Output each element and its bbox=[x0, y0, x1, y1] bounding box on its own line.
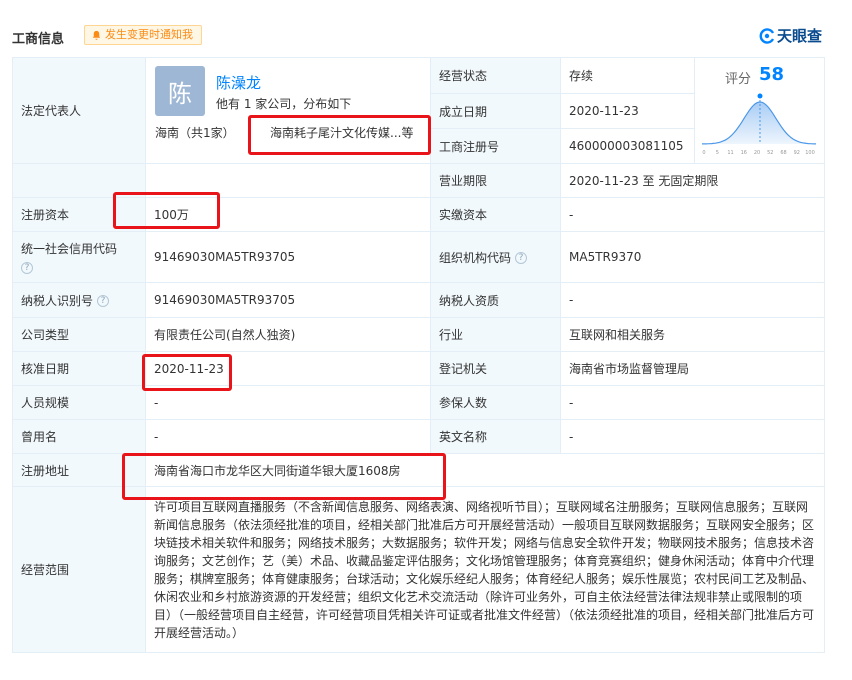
approval-date-value: 2020-11-23 bbox=[145, 351, 431, 386]
english-name-label: 英文名称 bbox=[430, 419, 561, 454]
score-axis-tick: 5 bbox=[716, 150, 719, 156]
english-name-value: - bbox=[560, 419, 825, 454]
avatar[interactable]: 陈 bbox=[155, 66, 205, 116]
score-axis-tick: 52 bbox=[767, 150, 773, 156]
legal-rep-companies-text: 他有 1 家公司，分布如下 bbox=[216, 97, 352, 111]
approval-date-label: 核准日期 bbox=[12, 351, 146, 386]
term-label: 营业期限 bbox=[430, 163, 561, 198]
eye-logo-icon bbox=[759, 27, 775, 44]
help-icon[interactable]: ? bbox=[21, 262, 33, 274]
authority-label: 登记机关 bbox=[430, 351, 561, 386]
address-label: 注册地址 bbox=[12, 453, 146, 487]
help-icon[interactable]: ? bbox=[97, 295, 110, 307]
score-axis-tick: 0 bbox=[702, 150, 705, 156]
term-value: 2020-11-23 至 无固定期限 bbox=[560, 163, 825, 198]
former-name-value: - bbox=[145, 419, 431, 454]
staff-size-label: 人员规模 bbox=[12, 385, 146, 420]
brand-logo[interactable]: 天眼查 bbox=[759, 25, 822, 46]
help-icon[interactable]: ? bbox=[515, 252, 528, 264]
legal-rep-cell: 陈 陈澡龙 他有 1 家公司，分布如下 海南（共1家） 海南耗子尾汁文化传媒..… bbox=[145, 57, 431, 164]
authority-value: 海南省市场监督管理局 bbox=[560, 351, 825, 386]
notify-on-change-button[interactable]: 发生变更时通知我 bbox=[84, 25, 202, 45]
status-value: 存续 bbox=[560, 57, 695, 94]
taxid-label: 纳税人识别号 bbox=[21, 293, 94, 308]
business-scope-value: 许可项目互联网直播服务（不含新闻信息服务、网络表演、网络视听节目）；互联网域名注… bbox=[145, 486, 825, 653]
status-label: 经营状态 bbox=[430, 57, 561, 94]
taxid-label-cell: 纳税人识别号? bbox=[12, 282, 146, 318]
bell-icon bbox=[92, 30, 101, 40]
business-info-table: 法定代表人 陈 陈澡龙 他有 1 家公司，分布如下 海南（共1家） 海南耗子尾汁… bbox=[12, 57, 825, 653]
empty-value-cell bbox=[145, 163, 431, 198]
org-code-label: 组织机构代码 bbox=[439, 250, 512, 265]
company-type-value: 有限责任公司(自然人独资) bbox=[145, 317, 431, 352]
score-value: 58 bbox=[759, 64, 785, 85]
paidin-value: - bbox=[560, 197, 825, 232]
founded-label: 成立日期 bbox=[430, 93, 561, 129]
insured-count-value: - bbox=[560, 385, 825, 420]
former-name-label: 曾用名 bbox=[12, 419, 146, 454]
credit-code-label: 统一社会信用代码 bbox=[21, 241, 118, 256]
org-code-value: MA5TR9370 bbox=[560, 231, 825, 283]
founded-value: 2020-11-23 bbox=[560, 93, 695, 129]
capital-label: 注册资本 bbox=[12, 197, 146, 232]
credit-code-label-cell: 统一社会信用代码 ? bbox=[12, 231, 146, 283]
score-axis-tick: 16 bbox=[741, 150, 747, 156]
notify-label: 发生变更时通知我 bbox=[105, 28, 193, 41]
legal-rep-company-link[interactable]: 海南耗子尾汁文化传媒...等 bbox=[270, 124, 413, 141]
credit-code-value: 91469030MA5TR93705 bbox=[145, 231, 431, 283]
score-cell[interactable]: 评分 58 0 5 11 16 20 52 68 92 100 bbox=[694, 57, 825, 164]
capital-value: 100万 bbox=[145, 197, 431, 232]
section-title: 工商信息 bbox=[12, 32, 65, 47]
tax-qual-value: - bbox=[560, 282, 825, 318]
taxid-value: 91469030MA5TR93705 bbox=[145, 282, 431, 318]
address-value: 海南省海口市龙华区大同街道华银大厦1608房 bbox=[145, 453, 825, 487]
score-axis-tick: 100 bbox=[805, 150, 815, 156]
legal-rep-label: 法定代表人 bbox=[12, 57, 146, 164]
score-distribution-area bbox=[702, 102, 816, 144]
legal-rep-name-link[interactable]: 陈澡龙 bbox=[216, 72, 261, 93]
regno-label: 工商注册号 bbox=[430, 128, 561, 164]
score-label: 评分 bbox=[725, 72, 752, 87]
industry-label: 行业 bbox=[430, 317, 561, 352]
section-header: 工商信息 发生变更时通知我 天眼查 bbox=[0, 0, 852, 52]
regno-value: 460000003081105 bbox=[560, 128, 695, 164]
industry-value: 互联网和相关服务 bbox=[560, 317, 825, 352]
staff-size-value: - bbox=[145, 385, 431, 420]
score-marker-dot bbox=[757, 93, 763, 99]
legal-rep-region[interactable]: 海南（共1家） bbox=[155, 124, 235, 141]
score-axis-tick: 11 bbox=[727, 150, 733, 156]
org-code-label-cell: 组织机构代码? bbox=[430, 231, 561, 283]
insured-count-label: 参保人数 bbox=[430, 385, 561, 420]
paidin-label: 实缴资本 bbox=[430, 197, 561, 232]
tax-qual-label: 纳税人资质 bbox=[430, 282, 561, 318]
brand-name: 天眼查 bbox=[776, 27, 822, 45]
score-axis-tick: 68 bbox=[780, 150, 786, 156]
empty-label-cell bbox=[12, 163, 146, 198]
score-distribution-chart: 0 5 11 16 20 52 68 92 100 bbox=[702, 93, 816, 156]
score-axis-tick: 20 bbox=[754, 150, 760, 156]
score-axis-tick: 92 bbox=[794, 150, 800, 156]
business-scope-label: 经营范围 bbox=[12, 486, 146, 653]
company-type-label: 公司类型 bbox=[12, 317, 146, 352]
